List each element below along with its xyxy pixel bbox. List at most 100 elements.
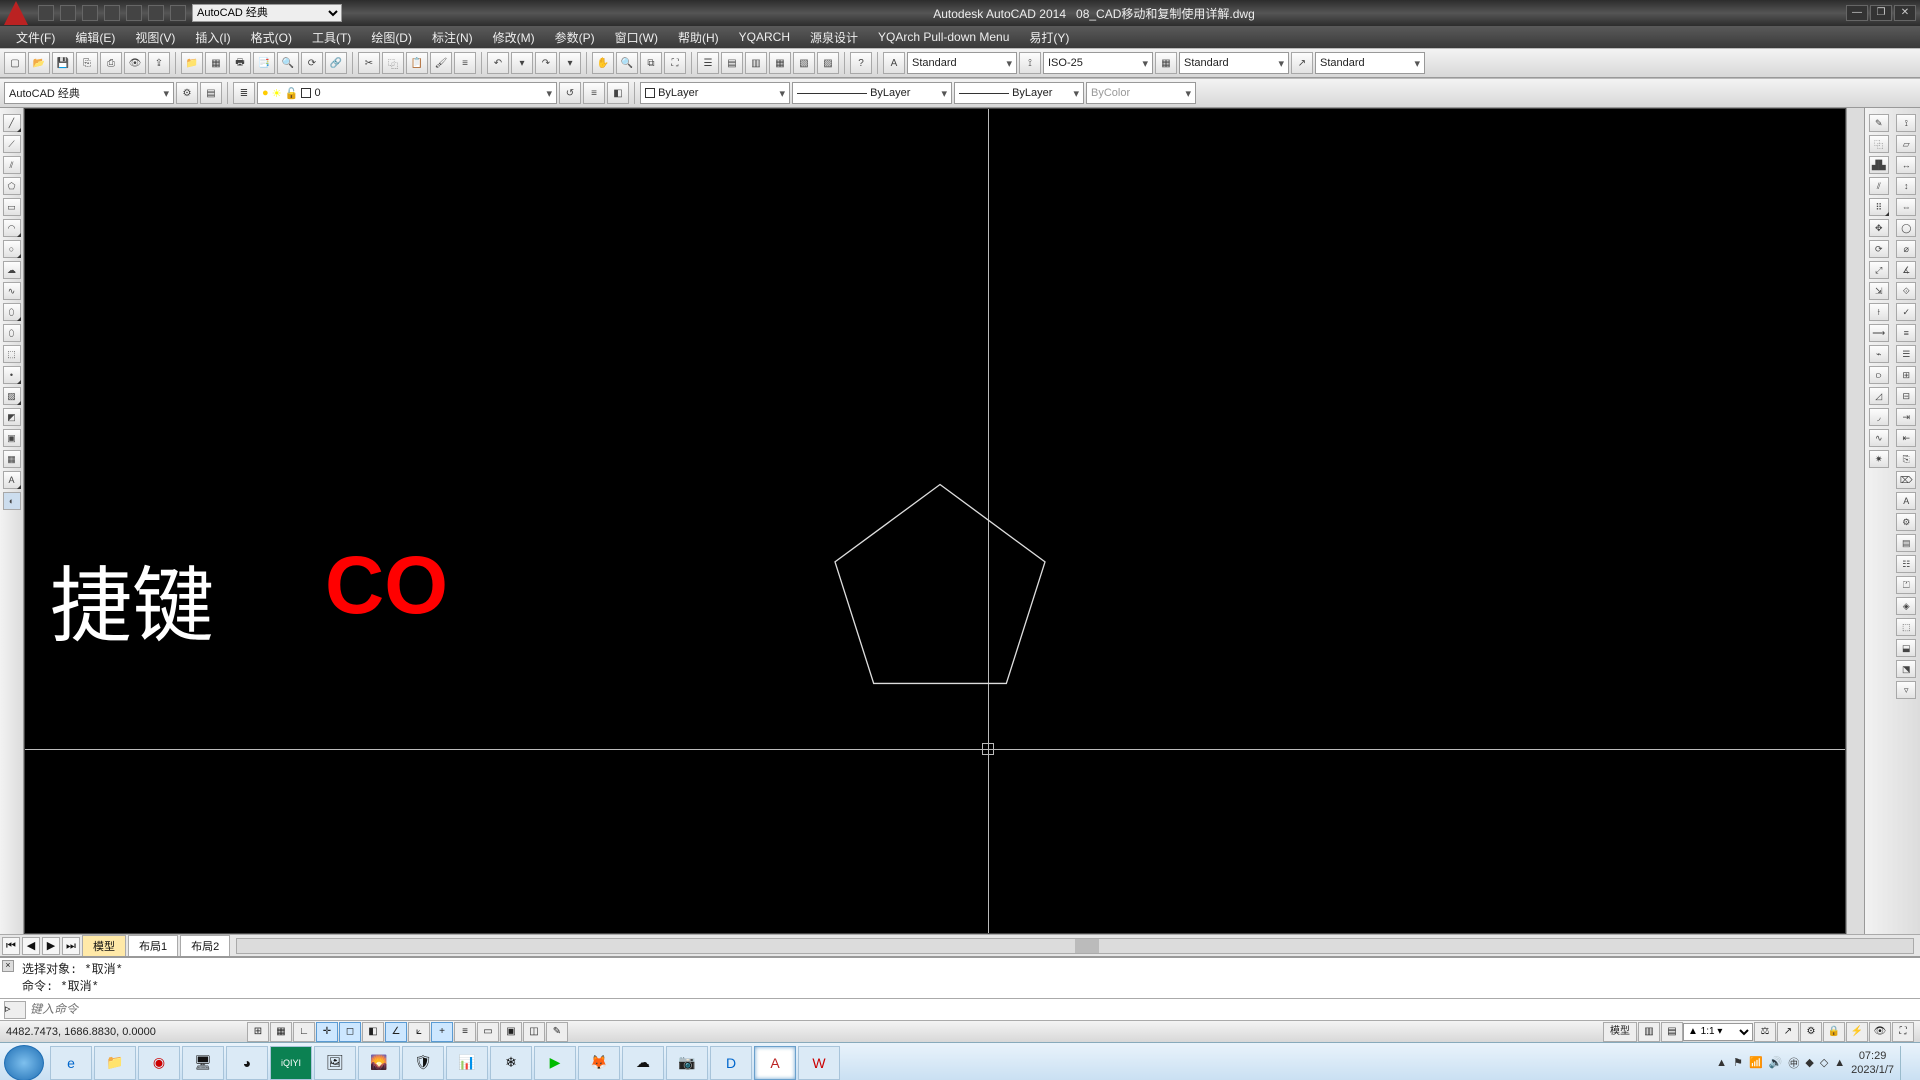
task-ie-icon[interactable]: e	[50, 1046, 92, 1080]
d20-icon[interactable]: ☷	[1896, 555, 1916, 573]
zoome-icon[interactable]: ⛶	[664, 52, 686, 74]
anno-vis-icon[interactable]: ⚖	[1754, 1022, 1776, 1042]
model-button[interactable]: 模型	[1603, 1022, 1637, 1042]
block-icon[interactable]: ⬚	[3, 345, 21, 363]
stretch-icon[interactable]: ⇲	[1869, 282, 1889, 300]
d10-icon[interactable]: ☰	[1896, 345, 1916, 363]
find-icon[interactable]: 🔍	[277, 52, 299, 74]
tray-net-icon[interactable]: 📶	[1749, 1056, 1763, 1069]
dyn-toggle[interactable]: +	[431, 1022, 453, 1042]
qp-toggle[interactable]: ▣	[500, 1022, 522, 1042]
d25-icon[interactable]: ⬔	[1896, 660, 1916, 678]
menu-dim[interactable]: 标注(N)	[422, 29, 483, 46]
copy-icon[interactable]: ⿻	[382, 52, 404, 74]
table-icon[interactable]: ▦	[3, 450, 21, 468]
menu-yqarch-pd[interactable]: YQArch Pull-down Menu	[868, 30, 1019, 44]
am-toggle[interactable]: ✎	[546, 1022, 568, 1042]
menu-draw[interactable]: 绘图(D)	[361, 29, 422, 46]
blend-icon[interactable]: ∿	[1869, 429, 1889, 447]
redo-menu-icon[interactable]: ▾	[559, 52, 581, 74]
d18-icon[interactable]: ⚙	[1896, 513, 1916, 531]
tpy-toggle[interactable]: ▭	[477, 1022, 499, 1042]
layer-combo[interactable]: ● ☀ 🔓 0▾	[257, 82, 557, 104]
tray-a3-icon[interactable]: ▲	[1834, 1057, 1845, 1069]
3dosnap-toggle[interactable]: ◧	[362, 1022, 384, 1042]
array-icon[interactable]: ⠿	[1869, 198, 1889, 216]
tab-last-icon[interactable]: ⏭	[62, 937, 80, 955]
d5-icon[interactable]: ⌀	[1896, 240, 1916, 258]
ws-switch-icon[interactable]: ⚙	[1800, 1022, 1822, 1042]
tray-vol-icon[interactable]: 🔊	[1769, 1056, 1783, 1069]
gradient-icon[interactable]: ◩	[3, 408, 21, 426]
join-icon[interactable]: ⫐	[1869, 366, 1889, 384]
revcloud-icon[interactable]: ☁	[3, 261, 21, 279]
plot-icon[interactable]: ⎙	[100, 52, 122, 74]
menu-help[interactable]: 帮助(H)	[668, 29, 729, 46]
mleader-combo[interactable]: Standard▾	[1315, 52, 1425, 74]
show-desktop-button[interactable]	[1900, 1046, 1910, 1080]
tray-arrow-icon[interactable]: ▲	[1716, 1057, 1727, 1069]
d4-icon[interactable]: ◯	[1896, 219, 1916, 237]
tab-prev-icon[interactable]: ◀	[22, 937, 40, 955]
d12-icon[interactable]: ⊟	[1896, 387, 1916, 405]
d14-icon[interactable]: ⇤	[1896, 429, 1916, 447]
menu-yida[interactable]: 易打(Y)	[1019, 29, 1079, 46]
open-icon[interactable]: 📂	[28, 52, 50, 74]
tp-icon[interactable]: ▥	[745, 52, 767, 74]
mtext-icon[interactable]: A	[3, 471, 21, 489]
extend-icon[interactable]: ⟶	[1869, 324, 1889, 342]
task-explorer-icon[interactable]: 📁	[94, 1046, 136, 1080]
d6-icon[interactable]: ∡	[1896, 261, 1916, 279]
task-firefox-icon[interactable]: 🦊	[578, 1046, 620, 1080]
task-app6-icon[interactable]: ▶	[534, 1046, 576, 1080]
task-app9-icon[interactable]: D	[710, 1046, 752, 1080]
copy2-icon[interactable]: ⿻	[1869, 135, 1889, 153]
erase-icon[interactable]: ✎	[1869, 114, 1889, 132]
publish-icon[interactable]: ⇪	[148, 52, 170, 74]
qat-undo-icon[interactable]	[104, 5, 120, 21]
tab-layout1[interactable]: 布局1	[128, 935, 178, 957]
sheet-icon[interactable]: ▦	[205, 52, 227, 74]
dist-icon[interactable]: ⟟	[1896, 114, 1916, 132]
app-logo-icon[interactable]	[4, 1, 28, 25]
isolate-icon[interactable]: 👁	[1869, 1022, 1891, 1042]
qview-layouts-icon[interactable]: ▥	[1638, 1022, 1660, 1042]
command-input[interactable]	[30, 1003, 1920, 1017]
task-calc-icon[interactable]: 🖥	[182, 1046, 224, 1080]
layer-iso-icon[interactable]: ◧	[607, 82, 629, 104]
vertical-scrollbar[interactable]	[1846, 108, 1864, 934]
d3-icon[interactable]: ⇔	[1896, 198, 1916, 216]
qat-open-icon[interactable]	[60, 5, 76, 21]
system-tray[interactable]: ▲ ⚑ 📶 🔊 ㊥ ◆ ◇ ▲ 07:292023/1/7	[1716, 1046, 1916, 1080]
tab-layout2[interactable]: 布局2	[180, 935, 230, 957]
coords-readout[interactable]: 4482.7473, 1686.8830, 0.0000	[6, 1026, 246, 1038]
menu-insert[interactable]: 插入(I)	[185, 29, 240, 46]
menu-view[interactable]: 视图(V)	[125, 29, 185, 46]
workspace-combo[interactable]: AutoCAD 经典▾	[4, 82, 174, 104]
textstyle-combo[interactable]: Standard▾	[907, 52, 1017, 74]
redo-icon[interactable]: ↷	[535, 52, 557, 74]
link-icon[interactable]: 🔗	[325, 52, 347, 74]
ellipsearc-icon[interactable]: ⬯	[3, 324, 21, 342]
task-iqiyi-icon[interactable]: iQIYI	[270, 1046, 312, 1080]
task-autocad-icon[interactable]: A	[754, 1046, 796, 1080]
matchl-icon[interactable]: ≡	[454, 52, 476, 74]
menu-yqarch[interactable]: YQARCH	[729, 30, 800, 44]
help-icon[interactable]: ?	[850, 52, 872, 74]
restore-button[interactable]: ❐	[1870, 5, 1892, 21]
arc-icon[interactable]: ◠	[3, 219, 21, 237]
region-icon[interactable]: ▣	[3, 429, 21, 447]
point-icon[interactable]: •	[3, 366, 21, 384]
undo-icon[interactable]: ↶	[487, 52, 509, 74]
task-app4-icon[interactable]: 📊	[446, 1046, 488, 1080]
d13-icon[interactable]: ⇥	[1896, 408, 1916, 426]
toolbar-lock-icon[interactable]: 🔒	[1823, 1022, 1845, 1042]
tab-first-icon[interactable]: ⏮	[2, 937, 20, 955]
save-icon[interactable]: 💾	[52, 52, 74, 74]
addsel-icon[interactable]: ◐	[3, 492, 21, 510]
d8-icon[interactable]: ✓	[1896, 303, 1916, 321]
task-app7-icon[interactable]: ☁	[622, 1046, 664, 1080]
task-app8-icon[interactable]: 📷	[666, 1046, 708, 1080]
tray-a1-icon[interactable]: ◆	[1805, 1056, 1813, 1069]
sc-toggle[interactable]: ◫	[523, 1022, 545, 1042]
